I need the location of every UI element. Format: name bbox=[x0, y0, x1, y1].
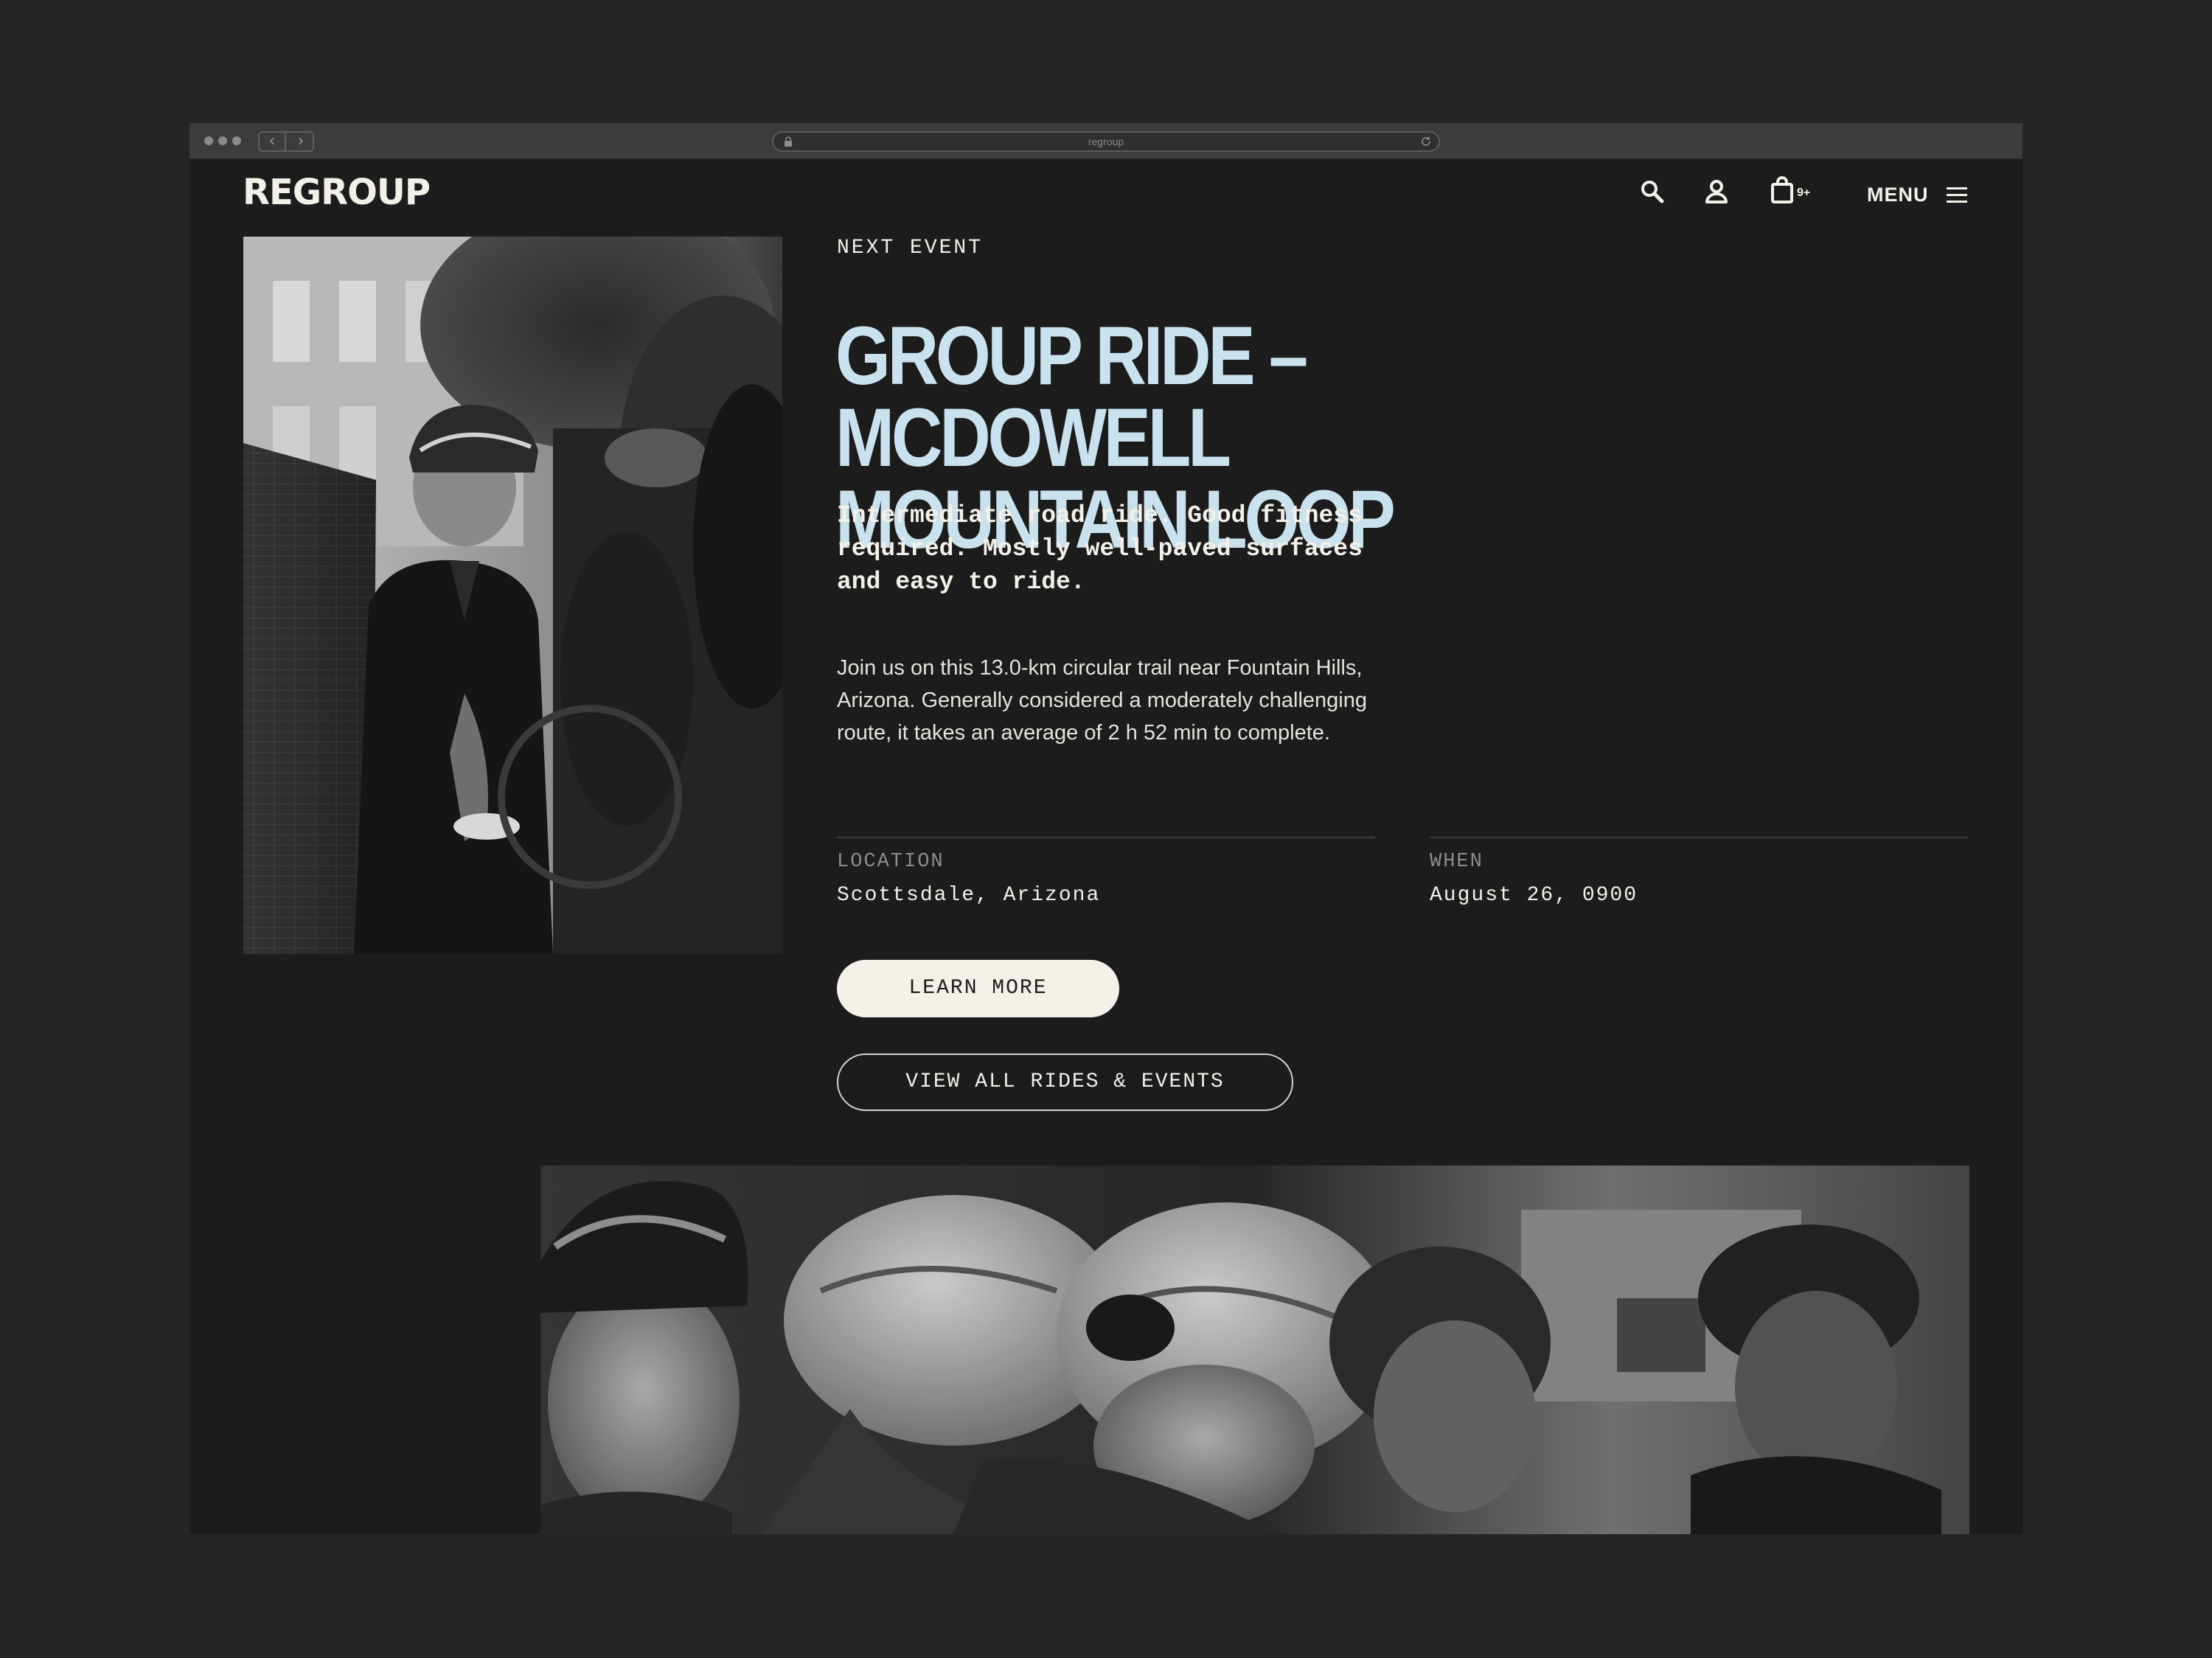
reload-icon[interactable] bbox=[1419, 135, 1433, 148]
user-icon[interactable] bbox=[1704, 178, 1729, 205]
when-value: August 26, 0900 bbox=[1430, 884, 1638, 907]
hamburger-icon bbox=[1947, 187, 1967, 203]
location-value: Scottsdale, Arizona bbox=[837, 884, 1101, 907]
forward-button[interactable]: › bbox=[288, 133, 314, 150]
menu-label: MENU bbox=[1867, 184, 1929, 206]
window-controls bbox=[204, 136, 246, 147]
address-bar[interactable]: regroup bbox=[772, 131, 1440, 152]
riders-hug-photo bbox=[540, 1166, 1969, 1534]
site-logo[interactable]: REGROUP bbox=[243, 172, 431, 213]
when-block: WHEN August 26, 0900 bbox=[1430, 837, 1968, 908]
menu-button[interactable]: MENU bbox=[1867, 181, 1974, 210]
minimize-window-dot[interactable] bbox=[218, 136, 227, 145]
url-text: regroup bbox=[1088, 136, 1124, 147]
history-buttons: ‹ › bbox=[258, 131, 314, 152]
view-all-events-button[interactable]: VIEW ALL RIDES & EVENTS bbox=[837, 1053, 1293, 1111]
browser-window: ‹ › regroup REGROUP 9+ MENU NEXT EVENT G… bbox=[189, 123, 2023, 1534]
when-label: WHEN bbox=[1430, 851, 1484, 873]
maximize-window-dot[interactable] bbox=[232, 136, 241, 145]
event-photo bbox=[243, 237, 782, 954]
event-summary: Intermediate road ride. Good fitness req… bbox=[837, 502, 1363, 596]
close-window-dot[interactable] bbox=[204, 136, 213, 145]
location-block: LOCATION Scottsdale, Arizona bbox=[837, 837, 1375, 908]
event-title-line-1: GROUP RIDE – MCDOWELL bbox=[835, 310, 1308, 484]
shopping-bag-icon[interactable] bbox=[1770, 176, 1794, 204]
cart-count-badge: 9+ bbox=[1797, 187, 1811, 199]
back-button[interactable]: ‹ bbox=[260, 133, 286, 150]
learn-more-button[interactable]: LEARN MORE bbox=[837, 960, 1119, 1017]
section-eyebrow: NEXT EVENT bbox=[837, 237, 984, 260]
location-label: LOCATION bbox=[837, 851, 945, 873]
event-description: Join us on this 13.0-km circular trail n… bbox=[837, 656, 1367, 745]
browser-toolbar: ‹ › regroup bbox=[189, 123, 2023, 159]
search-icon[interactable] bbox=[1639, 178, 1666, 205]
